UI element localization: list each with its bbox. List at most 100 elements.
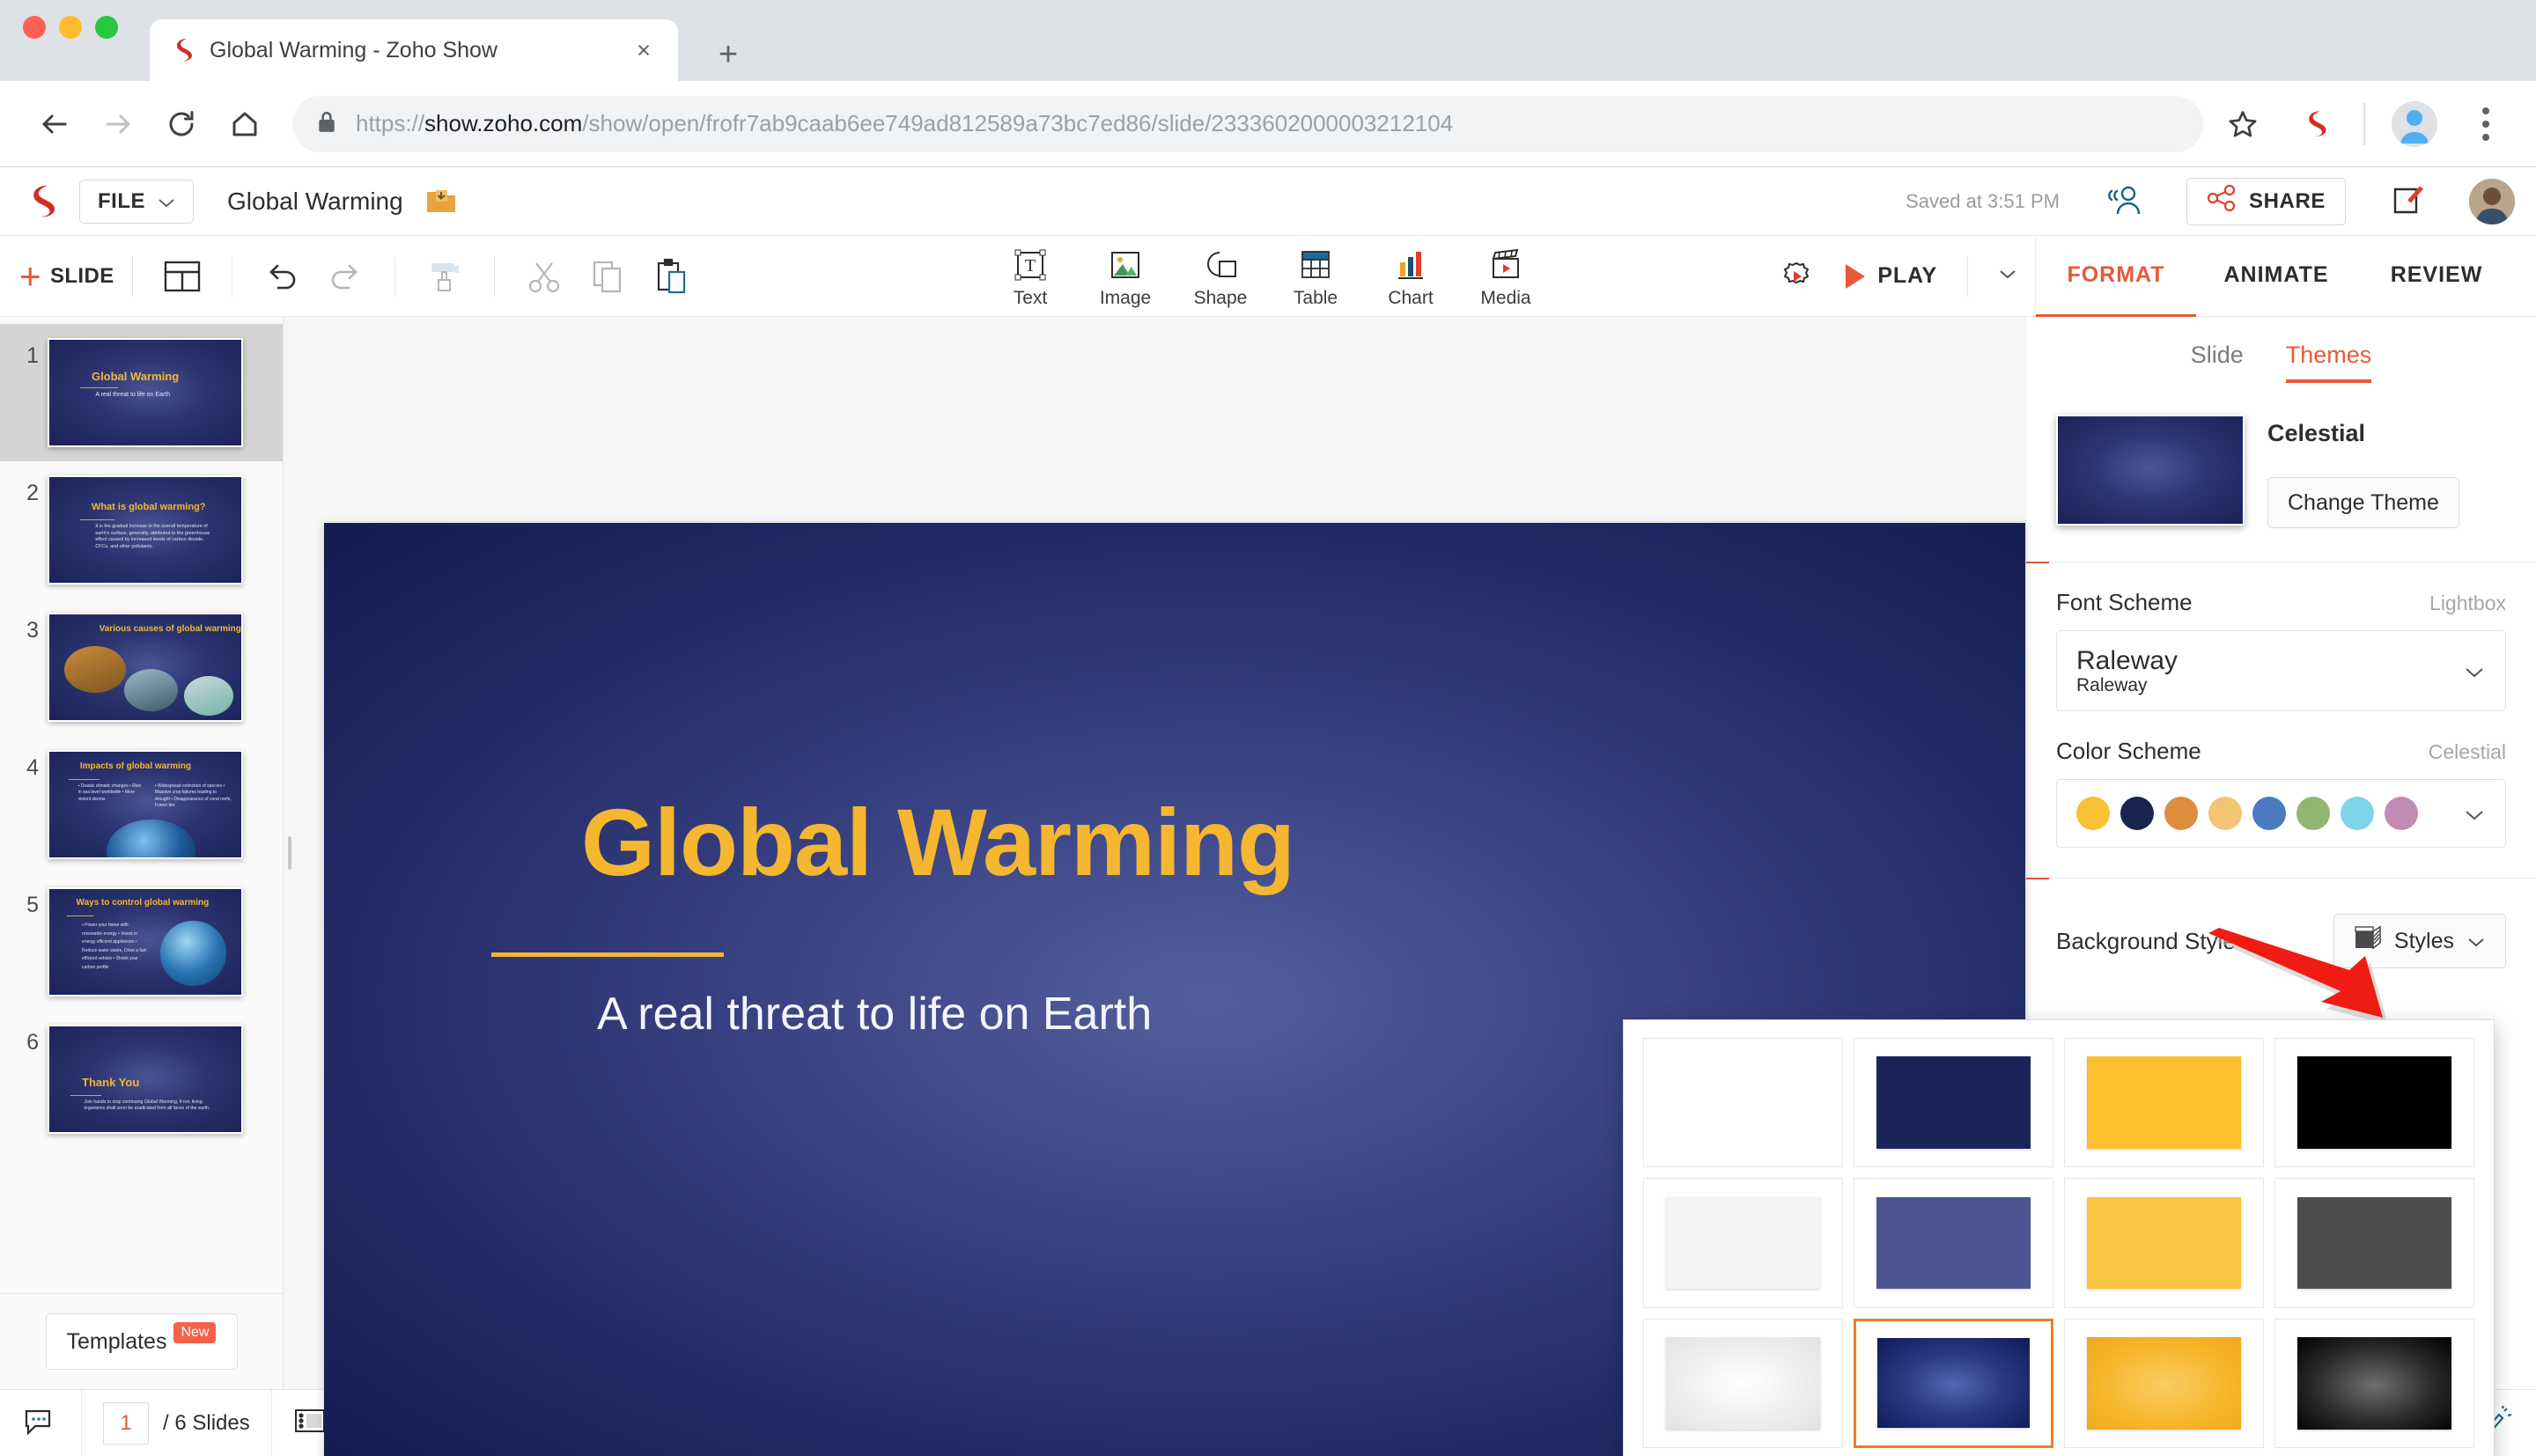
insert-chart-button[interactable]: Chart (1363, 244, 1458, 309)
paste-icon[interactable] (646, 252, 696, 301)
document-title[interactable]: Global Warming (227, 188, 403, 216)
browser-tab[interactable]: Global Warming - Zoho Show × (150, 19, 678, 81)
slide-thumbnail-2[interactable]: 2 What is global warming? It is the grad… (0, 461, 283, 599)
reload-icon[interactable] (150, 92, 213, 156)
background-styles-dropdown[interactable] (1623, 1019, 2495, 1456)
slide-thumbnail-5[interactable]: 5 Ways to control global warming • Power… (0, 873, 283, 1011)
thumb-image-fertilizer (183, 675, 234, 717)
slide-subtitle-text[interactable]: A real threat to life on Earth (597, 988, 1152, 1041)
color-swatch-7[interactable] (2385, 797, 2418, 830)
home-icon[interactable] (213, 92, 276, 156)
color-swatch-6[interactable] (2341, 797, 2374, 830)
slide-preview: Various causes of global warming (48, 613, 243, 722)
zoho-show-logo[interactable] (21, 180, 60, 223)
profile-avatar-icon[interactable] (2392, 100, 2437, 147)
slide-thumbnail-3[interactable]: 3 Various causes of global warming (0, 599, 283, 736)
background-style-cell-amber-light-solid[interactable] (2064, 1178, 2264, 1308)
templates-button[interactable]: Templates New (45, 1313, 238, 1370)
background-style-cell-navy-radial[interactable] (1854, 1318, 2053, 1448)
ribbon-tabs: FORMAT ANIMATE REVIEW (2035, 235, 2517, 317)
current-slide-input[interactable]: 1 (103, 1401, 149, 1445)
star-icon[interactable] (2219, 100, 2267, 148)
thumb-image-earth (160, 921, 226, 987)
color-swatch-5[interactable] (2296, 797, 2330, 830)
insert-text-button[interactable]: T Text (983, 244, 1078, 309)
insert-shape-button[interactable]: Shape (1173, 244, 1268, 309)
color-swatch-2[interactable] (2164, 797, 2198, 830)
color-swatch-1[interactable] (2120, 797, 2154, 830)
thumb-title: Ways to control global warming (76, 897, 210, 908)
tab-animate[interactable]: ANIMATE (2196, 236, 2356, 317)
background-style-cell-amber-radial[interactable] (2064, 1318, 2264, 1448)
body-font-name: Raleway (2076, 674, 2148, 695)
color-swatch-4[interactable] (2252, 797, 2286, 830)
background-style-cell-black-radial[interactable] (2274, 1318, 2474, 1448)
zoho-extension-icon[interactable] (2293, 102, 2337, 146)
slide-thumbnail-1[interactable]: 1 Global Warming A real threat to life o… (0, 324, 283, 461)
user-avatar[interactable] (2469, 178, 2515, 224)
feedback-pencil-icon[interactable] (2388, 182, 2430, 221)
slide-thumbnail-4[interactable]: 4 Impacts of global warming • Drastic cl… (0, 736, 283, 873)
background-style-cell-dark-gray-solid[interactable] (2274, 1178, 2474, 1308)
background-style-cell-navy-solid[interactable] (1854, 1038, 2053, 1168)
white-radial-swatch (1665, 1337, 1821, 1430)
color-swatch-3[interactable] (2208, 797, 2242, 830)
minimize-window-button[interactable] (59, 16, 82, 39)
slide-number: 1 (26, 343, 39, 368)
new-tab-button[interactable]: + (704, 33, 752, 81)
play-settings-gear-icon[interactable] (1772, 252, 1821, 301)
tab-review[interactable]: REVIEW (2356, 236, 2517, 317)
close-window-button[interactable] (23, 16, 46, 39)
background-style-cell-amber-solid[interactable] (2064, 1038, 2264, 1168)
subtab-slide[interactable]: Slide (2191, 342, 2244, 383)
background-styles-button[interactable]: Styles (2333, 914, 2506, 968)
background-style-cell-light-gray-solid[interactable] (1643, 1178, 1843, 1308)
templates-footer: Templates New (0, 1293, 283, 1389)
copy-icon[interactable] (583, 252, 632, 301)
current-theme-block: Celestial Change Theme (2026, 383, 2536, 562)
slides-list[interactable]: 1 Global Warming A real threat to life o… (0, 317, 283, 1293)
background-style-cell-black-solid[interactable] (2274, 1038, 2474, 1168)
slide-thumbnail-6[interactable]: 6 Thank You Join hands to stop continuin… (0, 1011, 283, 1148)
undo-icon[interactable] (257, 252, 306, 301)
insert-image-button[interactable]: Image (1078, 244, 1173, 309)
font-scheme-select[interactable]: Raleway Raleway (2056, 630, 2506, 711)
cut-icon[interactable] (520, 252, 569, 301)
app-header: FILE Global Warming Saved at 3:51 PM SHA… (0, 167, 2536, 236)
svg-text:T: T (1025, 256, 1036, 276)
move-to-folder-icon[interactable] (426, 188, 456, 215)
forward-arrow-icon[interactable] (86, 92, 150, 156)
background-style-cell-slate-blue-solid[interactable] (1854, 1178, 2053, 1308)
change-theme-button[interactable]: Change Theme (2267, 477, 2459, 528)
background-style-cell-white-solid[interactable] (1643, 1038, 1843, 1168)
panel-subtabs: Slide Themes (2026, 317, 2536, 383)
background-style-cell-white-radial[interactable] (1643, 1318, 1843, 1448)
play-chevron-down-icon[interactable] (1998, 268, 2017, 284)
insert-table-button[interactable]: Table (1268, 244, 1363, 309)
theme-preview-thumbnail[interactable] (2056, 415, 2245, 526)
maximize-window-button[interactable] (95, 16, 118, 39)
format-painter-icon[interactable] (420, 252, 469, 301)
layout-icon[interactable] (158, 252, 207, 301)
address-bar[interactable]: https://show.zoho.com/show/open/frofr7ab… (292, 95, 2203, 152)
kebab-menu-icon[interactable] (2464, 107, 2508, 141)
subtab-themes[interactable]: Themes (2285, 342, 2372, 383)
thumb-subtitle: A real threat to life on Earth (95, 391, 171, 398)
insert-media-button[interactable]: Media (1458, 244, 1553, 309)
close-tab-icon[interactable]: × (629, 35, 659, 65)
redo-icon[interactable] (321, 252, 370, 301)
color-swatch-0[interactable] (2076, 797, 2110, 830)
tab-format[interactable]: FORMAT (2036, 236, 2196, 317)
collaborators-icon[interactable] (2102, 182, 2144, 221)
color-scheme-select[interactable] (2056, 779, 2506, 848)
file-menu-button[interactable]: FILE (79, 179, 194, 224)
thumb-title: Various causes of global warming (99, 623, 241, 634)
add-slide-button[interactable]: + SLIDE (19, 257, 114, 295)
slide-title-text[interactable]: Global Warming (581, 787, 1295, 897)
url-host: show.zoho.com (424, 110, 583, 136)
panel-splitter[interactable] (284, 317, 296, 1389)
share-button[interactable]: SHARE (2186, 177, 2346, 225)
play-button[interactable]: PLAY (1828, 236, 2035, 317)
comments-button[interactable] (0, 1389, 82, 1456)
back-arrow-icon[interactable] (23, 92, 86, 156)
